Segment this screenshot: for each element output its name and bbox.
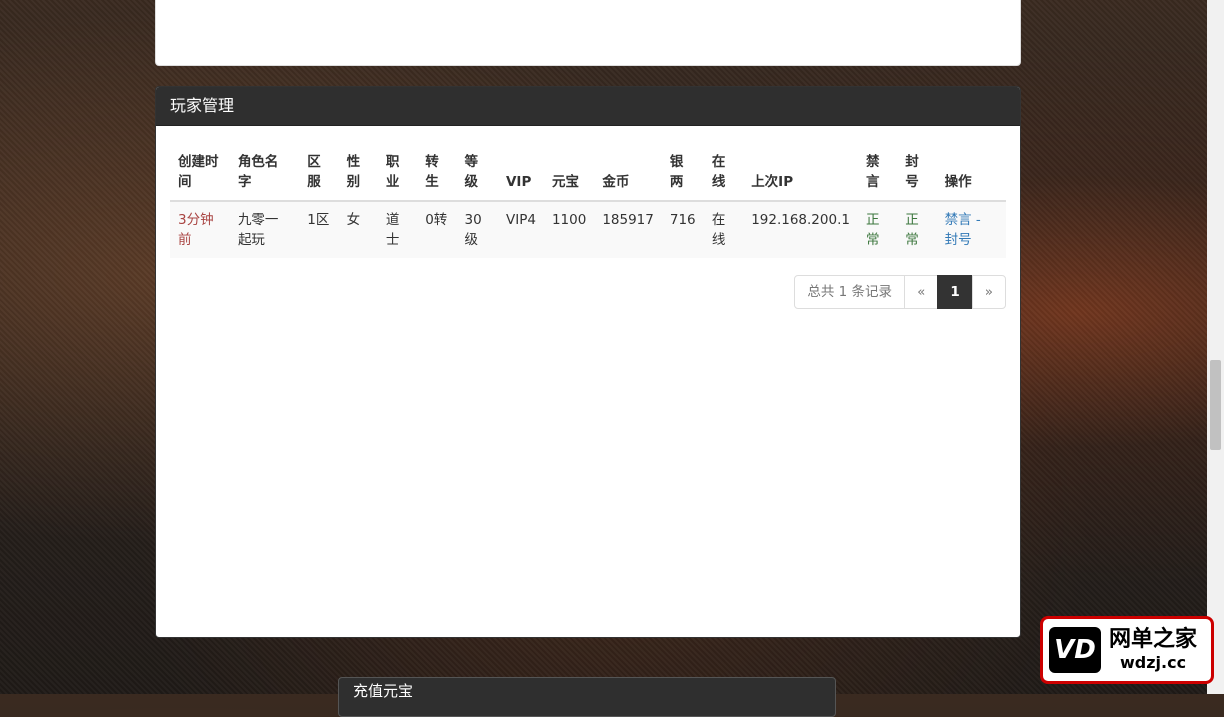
cell-silver: 716 [661,201,704,258]
cell-ban-status: 正常 [897,201,937,258]
table-wrapper: 创建时间 角色名字 区服 性别 职业 转生 等级 VIP 元宝 金币 银两 在线… [156,126,1020,258]
mute-link[interactable]: 禁言 [945,212,972,228]
pagination-page-current[interactable]: 1 [937,275,973,309]
header-action: 操作 [936,144,1006,202]
cell-gold: 185917 [594,201,662,258]
pagination: 总共 1 条记录 « 1 » [794,275,1006,309]
recharge-panel-heading: 充值元宝 [338,677,836,717]
header-level: 等级 [456,144,498,202]
cell-actions: 禁言 - 封号 [936,201,1006,258]
logo-mark-icon: VD [1049,627,1101,673]
header-silver: 银两 [661,144,704,202]
previous-panel [155,0,1021,66]
header-name: 角色名字 [229,144,300,202]
header-job: 职业 [377,144,418,202]
page-scrollbar[interactable] [1207,0,1224,694]
header-rebirth: 转生 [417,144,457,202]
header-gold: 金币 [594,144,662,202]
pagination-next-button[interactable]: » [971,275,1006,309]
header-online: 在线 [703,144,744,202]
header-gender: 性别 [338,144,378,202]
cell-gender: 女 [338,201,378,258]
table-row: 3分钟前 九零一起玩 1区 女 道士 0转 30级 VIP4 1100 1859… [170,201,1006,258]
action-separator: - [971,212,981,228]
cell-level: 30级 [456,201,498,258]
table-header-row: 创建时间 角色名字 区服 性别 职业 转生 等级 VIP 元宝 金币 银两 在线… [170,144,1006,202]
header-yuanbao: 元宝 [543,144,595,202]
cell-created: 3分钟前 [170,201,230,258]
logo-brand-en: wdzj.cc [1119,653,1187,672]
panel-title: 玩家管理 [156,87,1020,126]
header-server: 区服 [299,144,339,202]
logo-brand-cn: 网单之家 [1109,627,1198,652]
cell-name: 九零一起玩 [229,201,300,258]
ban-link[interactable]: 封号 [945,232,972,248]
header-vip: VIP [497,144,544,202]
cell-yuanbao: 1100 [543,201,595,258]
cell-rebirth: 0转 [417,201,457,258]
cell-server: 1区 [299,201,339,258]
header-created: 创建时间 [170,144,230,202]
logo-text: 网单之家 wdzj.cc [1109,627,1197,673]
cell-last-ip: 192.168.200.1 [743,201,858,258]
cell-mute-status: 正常 [857,201,898,258]
cell-online: 在线 [703,201,744,258]
cell-vip: VIP4 [497,201,544,258]
header-last-ip: 上次IP [743,144,858,202]
scrollbar-thumb[interactable] [1210,360,1221,450]
player-table: 创建时间 角色名字 区服 性别 职业 转生 等级 VIP 元宝 金币 银两 在线… [170,144,1006,258]
header-mute: 禁言 [857,144,898,202]
player-management-panel: 玩家管理 创建时间 角色名字 区服 性别 职业 转生 等级 VIP 元宝 金币 … [155,86,1021,638]
pagination-prev-button[interactable]: « [904,275,939,309]
cell-job: 道士 [377,201,418,258]
header-ban: 封号 [897,144,937,202]
watermark-logo: VD 网单之家 wdzj.cc [1040,616,1214,684]
pagination-total: 总共 1 条记录 [794,275,906,309]
